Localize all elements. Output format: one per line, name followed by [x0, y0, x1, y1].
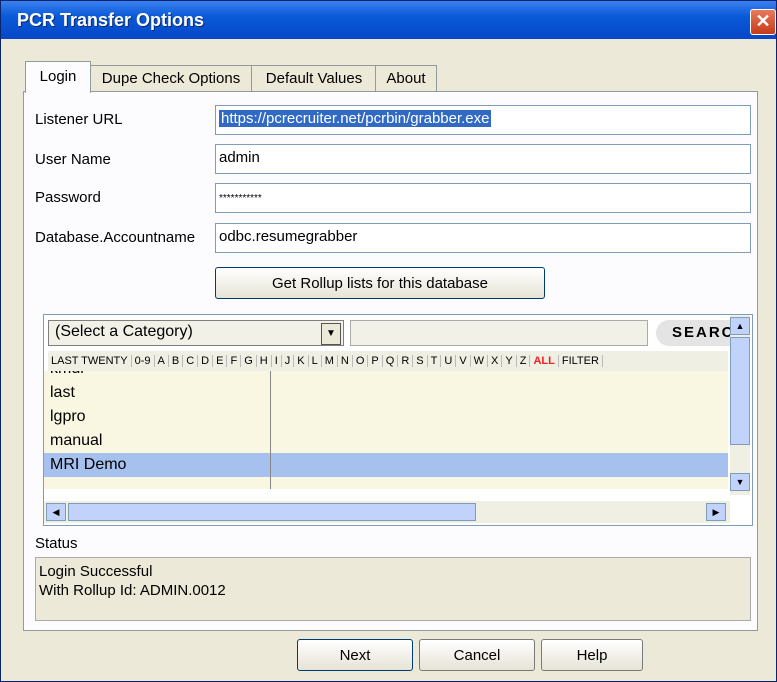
- tab-about-label: About: [386, 70, 426, 87]
- filter-d[interactable]: D: [198, 355, 214, 367]
- account-name-label: Database.Accountname: [35, 229, 196, 246]
- list-item-label: kmdi: [50, 371, 84, 377]
- list-item[interactable]: kmdi: [44, 371, 728, 381]
- status-box: Login Successful With Rollup Id: ADMIN.0…: [35, 557, 751, 621]
- list-item[interactable]: last: [44, 381, 728, 405]
- filter-0-9[interactable]: 0-9: [131, 355, 155, 367]
- account-name-field[interactable]: odbc.resumegrabber: [215, 223, 751, 253]
- filter-x[interactable]: X: [488, 355, 503, 367]
- search-input[interactable]: [350, 320, 648, 346]
- user-name-field[interactable]: admin: [215, 144, 751, 174]
- next-button[interactable]: Next: [297, 639, 413, 671]
- chevron-down-icon[interactable]: ▼: [321, 323, 341, 345]
- listener-url-field[interactable]: https://pcrecruiter.net/pcrbin/grabber.e…: [215, 105, 751, 135]
- filter-k[interactable]: K: [294, 355, 309, 367]
- filter-c[interactable]: C: [183, 355, 199, 367]
- list-item[interactable]: manual: [44, 429, 728, 453]
- vertical-scrollbar[interactable]: ▲ ▼: [730, 315, 750, 495]
- tab-dupe-check-label: Dupe Check Options: [101, 70, 241, 87]
- list-item-label: MRI Demo: [50, 456, 127, 473]
- tab-about[interactable]: About: [375, 65, 437, 92]
- filter-w[interactable]: W: [470, 355, 489, 367]
- tab-default-values-label: Default Values: [265, 70, 363, 87]
- tab-login-label: Login: [39, 68, 77, 85]
- vertical-scroll-thumb[interactable]: [730, 337, 750, 445]
- rollup-browser: (Select a Category) ▼ S E A R C H LAST TWENTY…: [43, 314, 753, 526]
- user-name-value: admin: [219, 149, 260, 166]
- filter-p[interactable]: P: [368, 355, 383, 367]
- filter-h[interactable]: H: [256, 355, 272, 367]
- tab-default-values[interactable]: Default Values: [251, 65, 377, 92]
- filter-s[interactable]: S: [413, 355, 428, 367]
- close-icon: ✕: [755, 11, 771, 31]
- filter-f[interactable]: F: [227, 355, 242, 367]
- filter-v[interactable]: V: [456, 355, 471, 367]
- category-select[interactable]: (Select a Category) ▼: [48, 320, 344, 346]
- list-item-label: last: [50, 384, 75, 401]
- status-line-1: Login Successful: [39, 563, 153, 580]
- filter-i[interactable]: I: [271, 355, 282, 367]
- get-rollup-lists-button[interactable]: Get Rollup lists for this database: [215, 267, 545, 299]
- category-select-value: (Select a Category): [55, 323, 193, 340]
- filter-r[interactable]: R: [398, 355, 414, 367]
- help-button[interactable]: Help: [541, 639, 643, 671]
- listener-url-label: Listener URL: [35, 111, 123, 128]
- scroll-right-icon[interactable]: ▶: [706, 503, 726, 521]
- list-item[interactable]: lgpro: [44, 405, 728, 429]
- filter-a[interactable]: A: [154, 355, 169, 367]
- account-name-value: odbc.resumegrabber: [219, 228, 358, 245]
- horizontal-scroll-thumb[interactable]: [68, 503, 476, 521]
- filter-g[interactable]: G: [241, 355, 257, 367]
- filter-j[interactable]: J: [281, 355, 295, 367]
- tab-dupe-check-options[interactable]: Dupe Check Options: [89, 65, 253, 92]
- rollup-list: kmdi last lgpro manual MRI Demo: [44, 371, 728, 489]
- filter-filter[interactable]: FILTER: [558, 355, 603, 367]
- status-line-2: With Rollup Id: ADMIN.0012: [39, 582, 226, 599]
- cancel-button[interactable]: Cancel: [419, 639, 535, 671]
- listener-url-value: https://pcrecruiter.net/pcrbin/grabber.e…: [219, 110, 492, 127]
- filter-y[interactable]: Y: [502, 355, 517, 367]
- scroll-left-icon[interactable]: ◀: [46, 503, 66, 521]
- list-item-label: manual: [50, 432, 103, 449]
- filter-n[interactable]: N: [337, 355, 353, 367]
- filter-t[interactable]: T: [427, 355, 442, 367]
- password-field[interactable]: ***********: [215, 183, 751, 213]
- filter-u[interactable]: U: [441, 355, 457, 367]
- dialog-window: PCR Transfer Options ✕ Login Dupe Check …: [0, 0, 777, 682]
- window-title: PCR Transfer Options: [17, 10, 205, 30]
- scroll-down-icon[interactable]: ▼: [730, 473, 750, 491]
- filter-all[interactable]: ALL: [530, 355, 559, 367]
- scroll-up-icon[interactable]: ▲: [730, 317, 750, 335]
- status-label: Status: [35, 535, 78, 552]
- filter-last-twenty[interactable]: LAST TWENTY: [48, 355, 132, 367]
- filter-l[interactable]: L: [308, 355, 322, 367]
- password-value: ***********: [219, 193, 262, 204]
- alpha-filter-bar: LAST TWENTY 0-9 A B C D E F G H I J K L M N O P Q R S T U V W X Y Z…: [48, 351, 728, 371]
- filter-e[interactable]: E: [213, 355, 228, 367]
- filter-o[interactable]: O: [352, 355, 369, 367]
- horizontal-scrollbar[interactable]: ◀ ▶: [44, 501, 730, 523]
- list-item-label: lgpro: [50, 408, 86, 425]
- filter-z[interactable]: Z: [516, 355, 531, 367]
- filter-q[interactable]: Q: [382, 355, 399, 367]
- filter-m[interactable]: M: [321, 355, 338, 367]
- list-item-selected[interactable]: MRI Demo: [44, 453, 728, 477]
- filter-b[interactable]: B: [168, 355, 184, 367]
- user-name-label: User Name: [35, 151, 111, 168]
- column-divider: [270, 371, 271, 489]
- close-button[interactable]: ✕: [750, 9, 776, 35]
- tab-login[interactable]: Login: [25, 61, 91, 93]
- password-label: Password: [35, 189, 101, 206]
- title-bar[interactable]: PCR Transfer Options ✕: [1, 1, 776, 39]
